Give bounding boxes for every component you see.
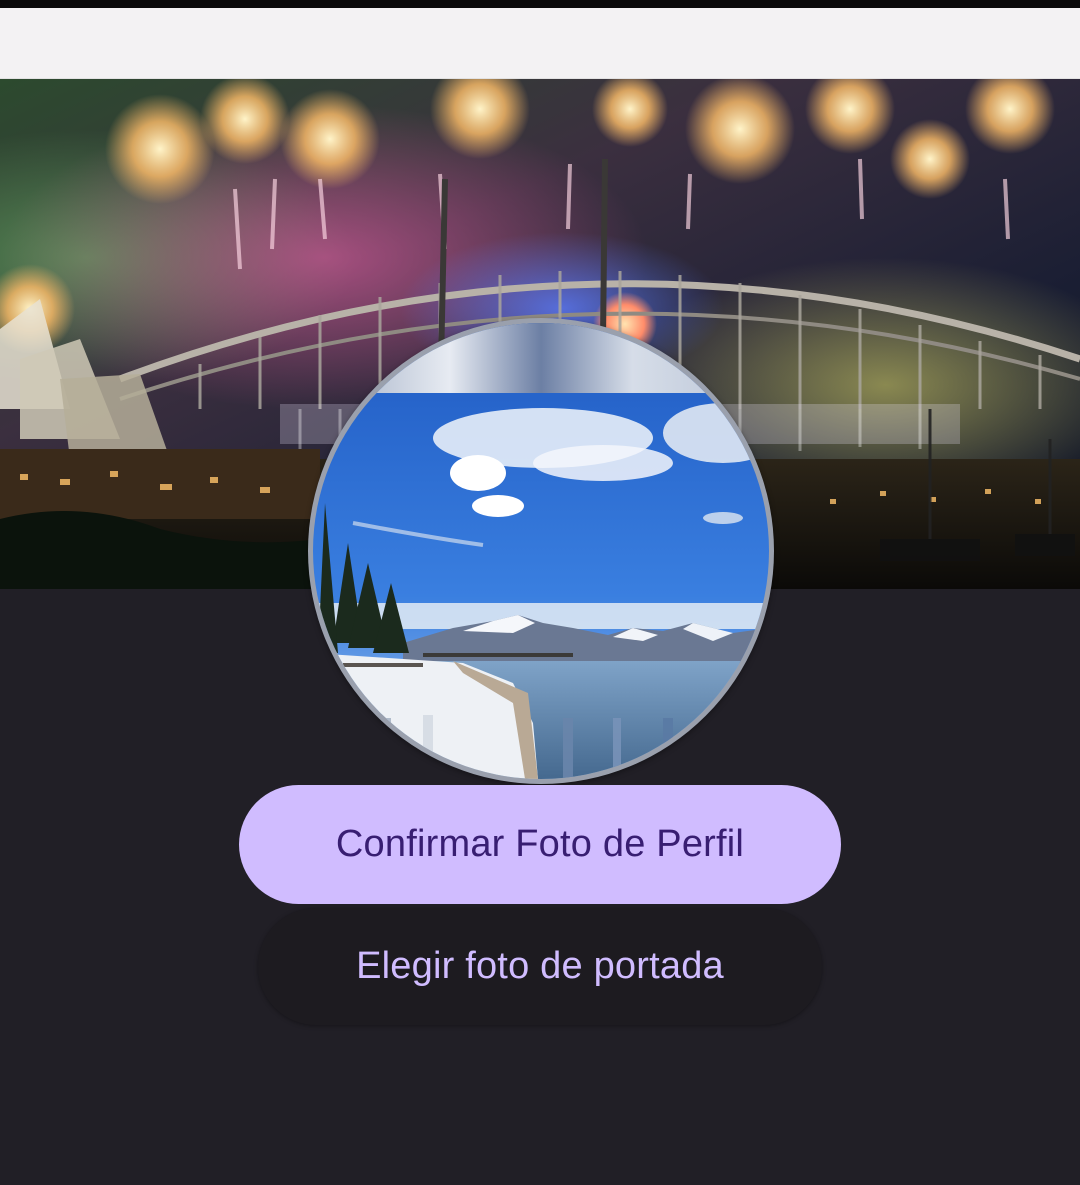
profile-photo-screen: Confirmar Foto de Perfil Elegir foto de … [0,0,1080,1185]
choose-cover-photo-button[interactable]: Elegir foto de portada [258,908,822,1025]
app-bar [0,8,1080,79]
confirm-profile-photo-button[interactable]: Confirmar Foto de Perfil [239,785,841,904]
lake-mountains-snow-photo [313,323,769,779]
status-bar-edge [0,0,1080,8]
avatar-frame [308,318,774,784]
avatar[interactable] [313,323,769,779]
